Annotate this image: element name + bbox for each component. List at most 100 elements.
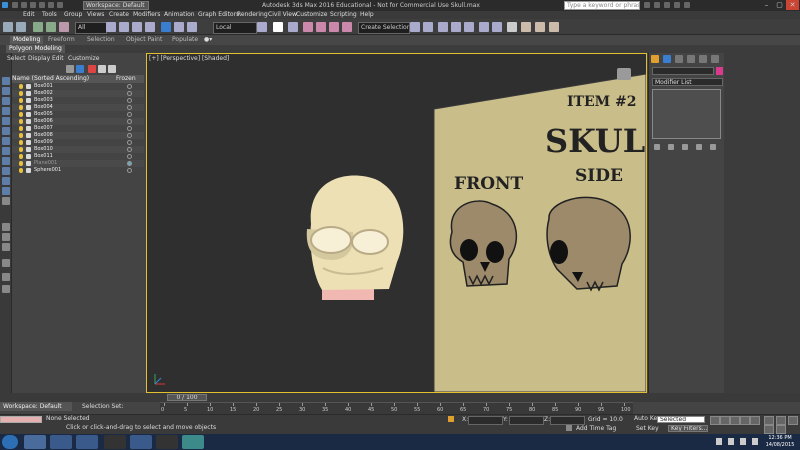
column-frozen[interactable]: Frozen [116,75,136,83]
menu-modifiers[interactable]: Modifiers [133,11,160,19]
x-coordinate-field[interactable] [468,416,503,425]
undo-icon[interactable] [39,2,45,8]
tab-selection[interactable]: Selection [87,36,115,44]
mirror-icon[interactable] [410,22,420,32]
display-frozen-icon[interactable] [2,177,10,185]
favorites-icon[interactable] [674,2,680,8]
set-key-button[interactable]: Set Key [636,424,659,433]
motion-tab-icon[interactable] [687,55,695,63]
pin-stack-icon[interactable] [654,144,660,150]
visibility-bulb-icon[interactable] [19,161,23,166]
frozen-toggle-icon[interactable] [127,154,132,159]
list-item[interactable]: Box006 [12,118,144,125]
spinner-snap-icon[interactable] [342,22,352,32]
reference-coord-dropdown[interactable]: Local [213,22,257,34]
frozen-toggle-icon[interactable] [127,161,132,166]
rectangular-selection-icon[interactable] [132,22,142,32]
frozen-toggle-icon[interactable] [127,126,132,131]
select-by-name-icon[interactable] [119,22,129,32]
pin-icon[interactable] [98,65,106,73]
explorer-menu-select[interactable]: Select [7,55,26,63]
goto-end-icon[interactable] [750,416,760,425]
list-item[interactable]: Box009 [12,139,144,146]
key-mode-dropdown[interactable]: Selected [657,416,705,423]
frozen-toggle-icon[interactable] [127,91,132,96]
display-containers-icon[interactable] [2,167,10,175]
tab-modeling[interactable]: Modeling [10,36,44,44]
subscription-icon[interactable] [654,2,660,8]
snaps-toggle-icon[interactable] [303,22,313,32]
list-item[interactable]: Box010 [12,146,144,153]
display-shapes-icon[interactable] [2,87,10,95]
minimize-button[interactable]: – [760,0,773,10]
orbit-icon[interactable] [764,425,774,434]
percent-snap-icon[interactable] [329,22,339,32]
add-time-tag[interactable]: Add Time Tag [576,424,616,433]
list-item[interactable]: Box001 [12,83,144,90]
select-children-icon[interactable] [2,233,10,241]
named-selection-set-dropdown[interactable]: Create Selection Se [358,22,410,34]
layer-explorer-icon[interactable] [438,22,448,32]
render-setup-icon[interactable] [521,22,531,32]
epic-launcher-task-icon[interactable] [104,435,126,449]
system-clock[interactable]: 12:36 PM 14/08/2015 [762,435,798,449]
network-icon[interactable] [740,438,746,445]
display-helpers-icon[interactable] [2,117,10,125]
goto-start-icon[interactable] [710,416,720,425]
frozen-toggle-icon[interactable] [127,168,132,173]
explorer-menu-display[interactable]: Display [28,55,50,63]
list-item[interactable]: Box008 [12,132,144,139]
track-bar[interactable]: 0 5 10 15 20 25 30 35 40 45 50 55 60 65 70 75 80 85 90 95 10… [160,402,633,414]
close-icon[interactable] [66,65,74,73]
pan-view-icon[interactable] [788,416,798,425]
frozen-toggle-icon[interactable] [127,140,132,145]
flag-icon[interactable] [728,438,734,445]
volume-icon[interactable] [752,438,758,445]
material-editor-icon[interactable] [507,22,517,32]
save-file-icon[interactable] [30,2,36,8]
play-icon[interactable] [730,416,740,425]
menu-graph-editors[interactable]: Graph Editors [198,11,239,19]
curve-editor-icon[interactable] [479,22,489,32]
pointer-icon[interactable] [108,65,116,73]
time-tag-icon[interactable] [566,425,572,431]
help-icon[interactable] [684,2,690,8]
pivot-center-icon[interactable] [257,22,267,32]
perspective-viewport[interactable]: [+] [Perspective] [Shaded] ITEM #2 SKULL… [146,53,647,393]
hierarchy-icon[interactable] [2,223,10,231]
frozen-toggle-icon[interactable] [127,147,132,152]
frozen-toggle-icon[interactable] [127,84,132,89]
link-icon[interactable] [33,22,43,32]
remove-modifier-icon[interactable] [696,144,702,150]
lock-selection-icon[interactable] [448,416,454,422]
window-crossing-icon[interactable] [145,22,155,32]
lock-icon[interactable] [88,65,96,73]
explorer-menu-edit[interactable]: Edit [52,55,64,63]
frozen-toggle-icon[interactable] [127,105,132,110]
visibility-bulb-icon[interactable] [19,133,23,138]
app-logo-icon[interactable] [2,2,8,8]
tab-freeform[interactable]: Freeform [48,36,75,44]
modifier-stack[interactable] [652,89,721,139]
tab-populate[interactable]: Populate [172,36,198,44]
menu-customize[interactable]: Customize [296,11,328,19]
list-item[interactable]: Box007 [12,125,144,132]
frozen-toggle-icon[interactable] [127,133,132,138]
maximize-viewport-icon[interactable] [776,425,786,434]
frozen-toggle-icon[interactable] [127,119,132,124]
ribbon-options-icon[interactable]: ●▾ [204,36,212,44]
display-tab-icon[interactable] [699,55,707,63]
menu-civil-view[interactable]: Civil View [268,11,297,19]
visibility-bulb-icon[interactable] [19,105,23,110]
new-file-icon[interactable] [12,2,18,8]
sync-selection-icon[interactable] [2,273,10,281]
time-slider[interactable]: 0 / 100 [167,394,207,401]
scene-explorer-icon[interactable] [451,22,461,32]
menu-edit[interactable]: Edit [23,11,35,19]
menu-create[interactable]: Create [109,11,129,19]
explorer-menu-customize[interactable]: Customize [68,55,100,63]
object-color-swatch[interactable] [716,67,723,75]
workspace-default-label[interactable]: Workspace: Default [0,402,72,411]
angle-snap-icon[interactable] [316,22,326,32]
list-item[interactable]: Box011 [12,153,144,160]
